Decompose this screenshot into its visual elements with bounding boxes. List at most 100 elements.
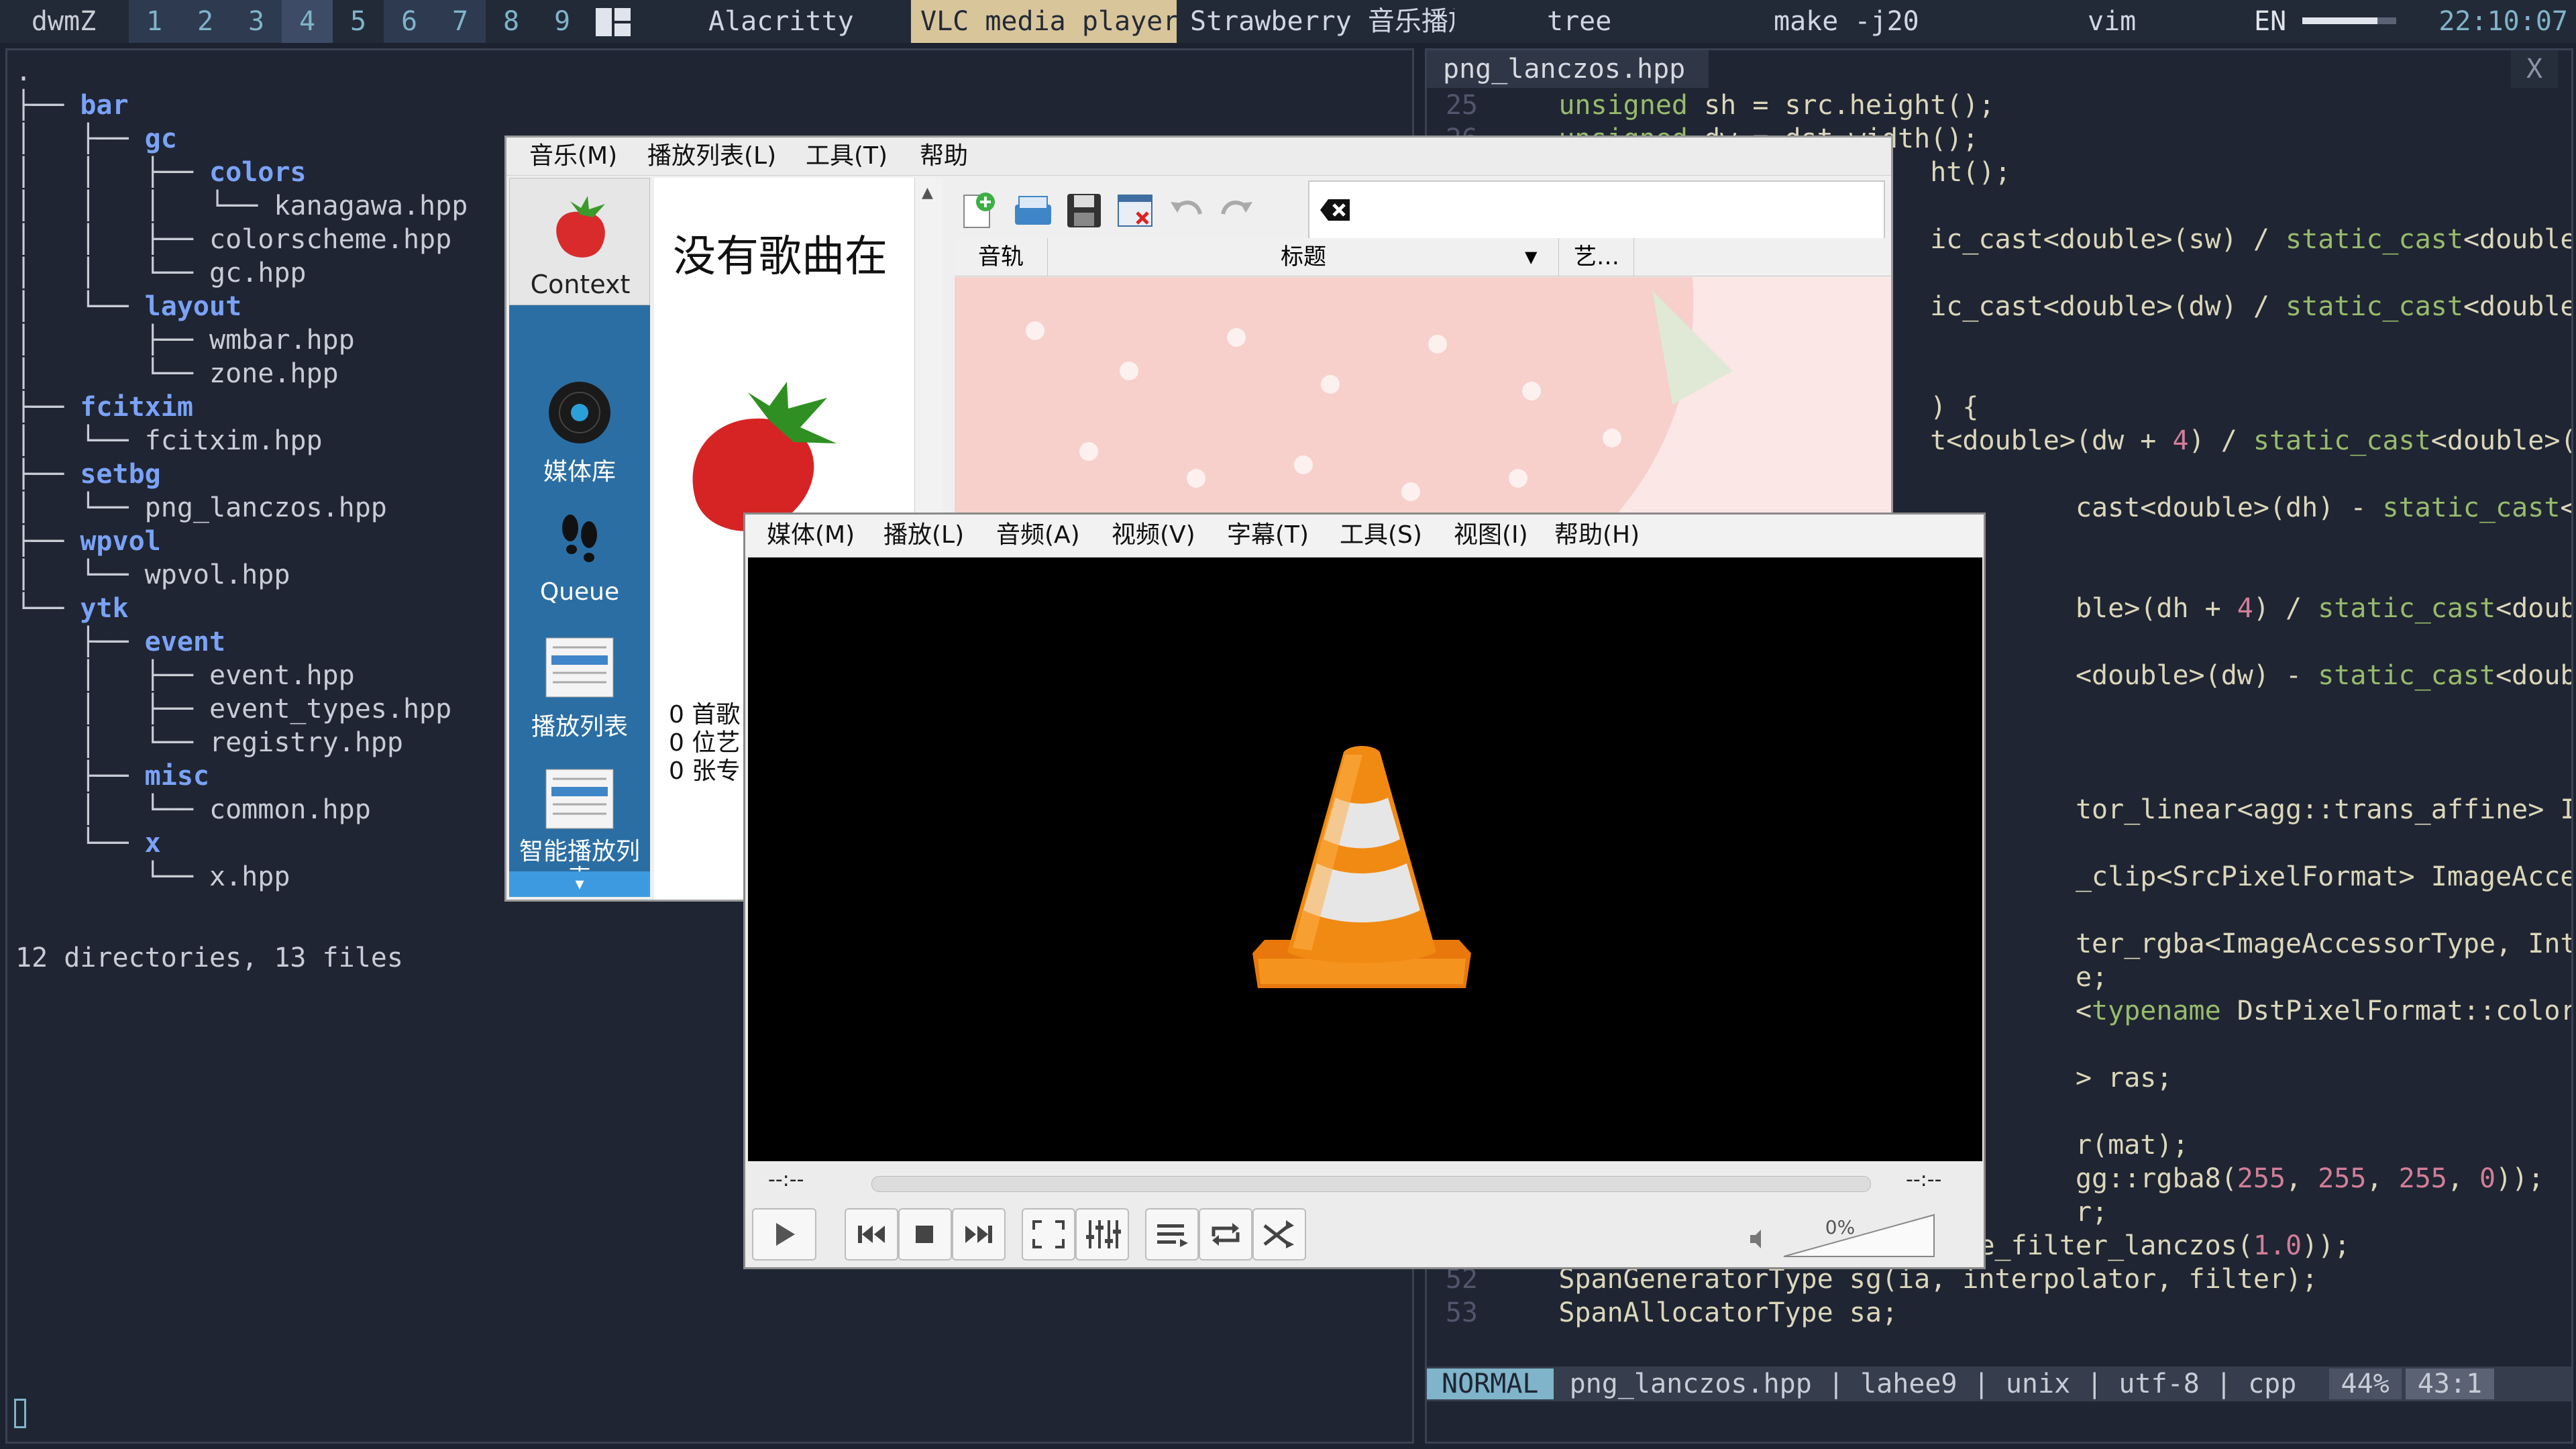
next-button[interactable] [952,1208,1006,1260]
fullscreen-button[interactable] [1022,1208,1075,1260]
library-tab[interactable]: 媒体库 [509,379,650,487]
vim-cursor-pos: 43:1 [2405,1368,2495,1399]
new-playlist-icon[interactable] [959,190,1000,231]
smart-playlist-doc-icon [545,769,614,829]
tree-directory: wpvol [80,526,161,557]
volume-indicator [2302,0,2396,43]
vim-statusline: NORMAL png_lanczos.hpp | lahee9 | unix |… [1427,1366,2571,1401]
menu-tools[interactable]: 工具(S) [1340,515,1422,556]
column-title[interactable]: 标题 [1049,238,1559,276]
tag-9[interactable]: 9 [537,0,588,43]
menu-view[interactable]: 视图(I) [1454,515,1528,556]
window-title-vim[interactable]: vim [2088,0,2222,43]
tree-directory: event [144,627,226,657]
menu-tools[interactable]: 工具(T) [806,138,888,175]
tag-8[interactable]: 8 [486,0,537,43]
wm-name: dwmZ [31,6,97,37]
save-playlist-icon[interactable] [1063,190,1105,231]
clear-playlist-icon[interactable] [1114,190,1156,231]
vlc-window[interactable]: 媒体(M) 播放(L) 音频(A) 视频(V) 字幕(T) 工具(S) 视图(I… [743,513,1986,1269]
tree-line: ├── bar [15,89,129,122]
tree-file: common.hpp [209,794,371,825]
tree-line: │ └── png_lanczos.hpp [15,492,387,525]
tree-branch: │ └── [15,559,145,590]
menu-media[interactable]: 媒体(M) [767,515,855,556]
tag-3[interactable]: 3 [231,0,282,43]
vim-tab-close[interactable]: X [2511,50,2558,88]
tag-4[interactable]: 4 [282,0,333,43]
tree-line: │ │ ├── colorscheme.hpp [15,223,451,256]
tree-line: │ ├── event.hpp [15,659,354,692]
clear-filter-icon[interactable] [1316,191,1354,229]
tile-layout-icon[interactable] [593,0,640,43]
tree-branch: ├── [15,90,80,121]
fullscreen-icon [1032,1220,1065,1248]
queue-tab[interactable]: Queue [509,505,650,606]
window-title-strawberry[interactable]: Strawberry 音乐播放 [1183,0,1454,43]
tag-2[interactable]: 2 [180,0,231,43]
mute-button[interactable] [1745,1226,1772,1252]
menu-video[interactable]: 视频(V) [1112,515,1195,556]
no-song-title: 没有歌曲在 [673,232,888,282]
shuffle-button[interactable] [1252,1208,1306,1260]
play-button[interactable] [752,1208,816,1260]
tree-line: ├── wpvol [15,525,161,558]
code-text: SpanAllocatorType sa; [1494,1297,1898,1328]
line-number: 53 [1445,1297,1478,1328]
vlc-menubar: 媒体(M) 播放(L) 音频(A) 视频(V) 字幕(T) 工具(S) 视图(I… [745,515,1984,556]
tree-branch: │ ├── [15,660,209,691]
playlist-header: 音轨 标题 ▼ 艺… [955,238,1891,276]
tree-line: │ ├── event_types.hpp [15,693,451,726]
menu-help[interactable]: 帮助 [920,138,968,175]
shuffle-icon [1263,1220,1294,1248]
menu-playlist[interactable]: 播放列表(L) [647,138,776,175]
sidebar-scroll-down[interactable]: ▾ [509,871,650,897]
menu-audio[interactable]: 音频(A) [996,515,1080,556]
tag-5[interactable]: 5 [333,0,384,43]
window-title-make[interactable]: make -j20 [1774,0,2015,43]
seek-row: --:-- --:-- [745,1163,1984,1203]
stop-button[interactable] [898,1208,952,1260]
loop-button[interactable] [1199,1208,1252,1260]
menu-subtitle[interactable]: 字幕(T) [1227,515,1309,556]
tree-line: │ ├── gc [15,123,177,156]
playlists-tab[interactable]: 播放列表 [509,634,650,742]
menu-music[interactable]: 音乐(M) [529,138,617,175]
vim-percent: 44% [2328,1368,2402,1399]
tree-branch: │ └── [15,358,209,389]
menu-help[interactable]: 帮助(H) [1554,515,1640,556]
undo-icon[interactable] [1165,190,1207,231]
tree-line: ├── misc [15,760,209,793]
window-title-tree[interactable]: tree [1547,0,1708,43]
previous-button[interactable] [845,1208,898,1260]
column-artist[interactable]: 艺… [1560,238,1634,276]
vim-tab[interactable]: png_lanczos.hpp [1427,50,1709,88]
tree-branch: │ └── [15,727,209,758]
seek-slider[interactable] [871,1176,1871,1192]
code-text: unsigned sh = src.height(); [1558,90,1995,121]
scroll-up-arrow[interactable]: ▲ [922,184,933,201]
tag-7[interactable]: 7 [435,0,486,43]
window-title-alacritty[interactable]: Alacritty [671,0,899,43]
menu-playback[interactable]: 播放(L) [883,515,964,556]
tree-file: wmbar.hpp [209,325,355,356]
extended-settings-button[interactable] [1075,1208,1129,1260]
tag-1[interactable]: 1 [129,0,180,43]
tree-line: ├── event [15,626,225,659]
tag-6[interactable]: 6 [384,0,435,43]
load-playlist-icon[interactable] [1012,190,1054,231]
tree-file: colorscheme.hpp [209,224,452,255]
vim-user: lahee9 [1860,1368,1957,1399]
volume-slider[interactable] [1781,1212,1937,1259]
window-title-vlc[interactable]: VLC media player [911,0,1177,43]
tree-branch: │ └── [15,492,145,523]
redo-icon[interactable] [1216,190,1258,231]
tree-line: └── ytk [15,592,129,625]
video-area[interactable] [748,557,1982,1161]
playlist-filter-input[interactable] [1308,180,1885,239]
vim-filetype: cpp [2248,1368,2297,1399]
terminal-cursor [14,1399,26,1428]
playlist-button[interactable] [1145,1208,1199,1260]
context-tab[interactable]: Context [509,178,650,305]
column-track[interactable]: 音轨 [955,238,1048,276]
